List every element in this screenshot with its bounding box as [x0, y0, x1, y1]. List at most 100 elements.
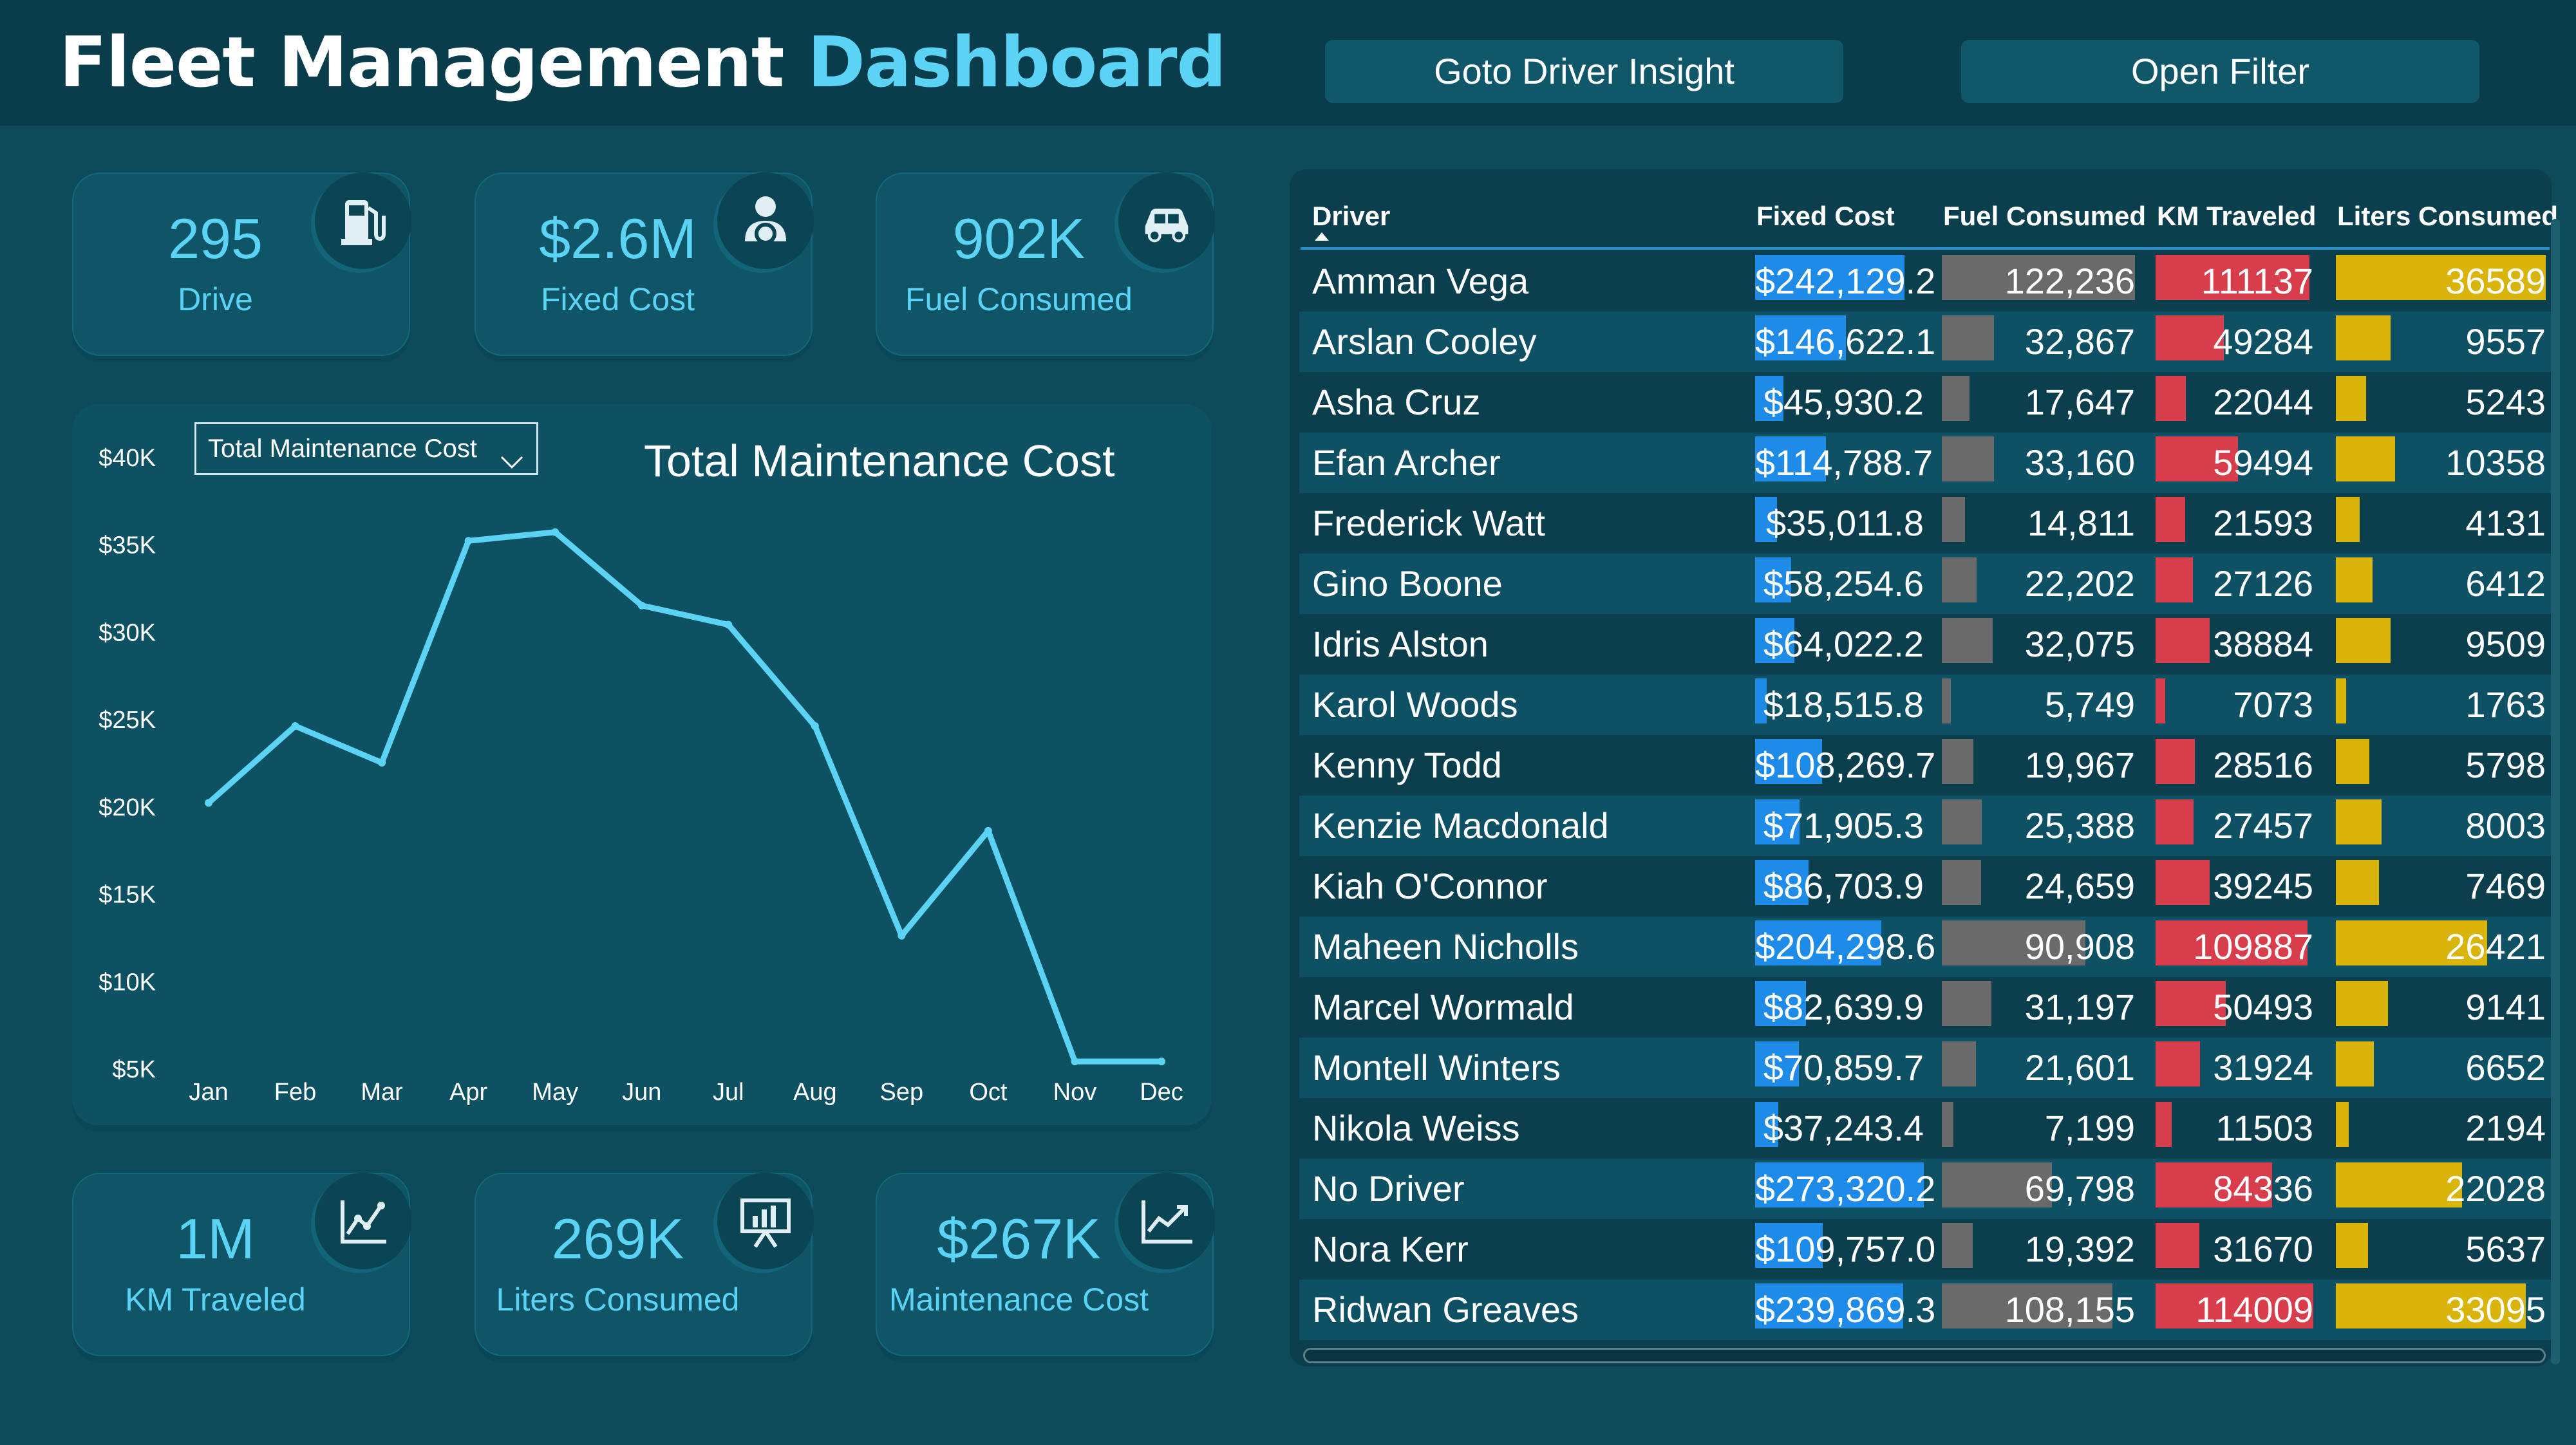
table-row[interactable]: Ridwan Greaves $239,869.3 108,155 114009 330…	[1299, 1280, 2551, 1340]
data-point[interactable]	[378, 759, 386, 767]
y-tick-label: $40K	[99, 445, 156, 472]
table-row[interactable]: Marcel Wormald $82,639.9 31,197 50493 9141	[1299, 977, 2551, 1038]
kpi-card-fixed-cost: $2.6M Fixed Cost	[475, 172, 814, 356]
table-row[interactable]: Idris Alston $64,022.2 32,075 38884 9509	[1299, 614, 2551, 675]
liters-cell: 5637	[2465, 1229, 2546, 1269]
goto-driver-insight-button[interactable]: Goto Driver Insight	[1325, 40, 1843, 103]
open-filter-button[interactable]: Open Filter	[1961, 40, 2479, 103]
header-driver[interactable]: Driver	[1312, 201, 1390, 232]
table-row[interactable]: Karol Woods $18,515.8 5,749 7073 1763	[1299, 675, 2551, 735]
fixed-cost-cell: $64,022.2	[1763, 624, 1924, 664]
km-cell: 38884	[2213, 624, 2313, 664]
table-row[interactable]: Amman Vega $242,129.2 122,236 111137 36589	[1299, 251, 2551, 312]
y-tick-label: $10K	[99, 969, 156, 996]
fixed-cost-cell: $109,757.0	[1755, 1229, 1936, 1269]
vertical-scrollbar[interactable]	[2551, 219, 2560, 1365]
data-point[interactable]	[291, 722, 299, 730]
sort-ascending-icon[interactable]	[1313, 230, 1330, 245]
driver-name-cell: Arslan Cooley	[1312, 321, 1537, 362]
kpi-card-liters-consumed: 269K Liters Consumed	[475, 1173, 814, 1356]
data-point[interactable]	[724, 620, 733, 629]
header-fuel-consumed[interactable]: Fuel Consumed	[1943, 201, 2146, 232]
x-tick-label: May	[532, 1079, 578, 1106]
x-tick-label: Nov	[1053, 1079, 1097, 1106]
presentation-chart-icon	[717, 1173, 814, 1269]
driver-name-cell: Nikola Weiss	[1312, 1108, 1520, 1148]
fuel-cell: 122,236	[2004, 261, 2135, 301]
fuel-cell: 7,199	[2044, 1108, 2135, 1148]
kpi-drive-label: Drive	[178, 281, 253, 317]
fuel-cell: 22,202	[2024, 563, 2135, 604]
km-cell: 84336	[2213, 1168, 2313, 1209]
table-row[interactable]: Kiah O'Connor $86,703.9 24,659 39245 7469	[1299, 856, 2551, 917]
km-cell: 28516	[2213, 745, 2313, 785]
fixed-cost-cell: $45,930.2	[1763, 382, 1924, 422]
table-row[interactable]: Maheen Nicholls $204,298.6 90,908 109887 264…	[1299, 917, 2551, 977]
liters-cell: 9509	[2465, 624, 2546, 664]
data-point[interactable]	[898, 931, 906, 940]
driver-name-cell: Amman Vega	[1312, 261, 1529, 301]
data-point[interactable]	[811, 722, 819, 730]
data-point[interactable]	[984, 826, 992, 835]
fuel-cell: 17,647	[2024, 382, 2135, 422]
fixed-cost-cell: $108,269.7	[1755, 745, 1936, 785]
y-tick-label: $30K	[99, 619, 156, 646]
fixed-cost-cell: $18,515.8	[1763, 684, 1924, 725]
table-row[interactable]: Kenny Todd $108,269.7 19,967 28516 5798	[1299, 735, 2551, 796]
table-row[interactable]: Nikola Weiss $37,243.4 7,199 11503 2194	[1299, 1098, 2551, 1159]
liters-cell: 6652	[2465, 1047, 2546, 1088]
fixed-cost-cell: $70,859.7	[1763, 1047, 1924, 1088]
trend-up-icon	[1118, 1173, 1215, 1269]
fuel-cell: 25,388	[2024, 805, 2135, 846]
data-point[interactable]	[1158, 1058, 1165, 1066]
car-icon	[1118, 172, 1215, 269]
fixed-cost-cell: $242,129.2	[1755, 261, 1936, 301]
y-tick-label: $25K	[99, 707, 156, 734]
kpi-maintenance-cost-label: Maintenance Cost	[888, 1282, 1149, 1318]
liters-cell: 7469	[2465, 866, 2546, 906]
x-tick-label: Oct	[969, 1079, 1008, 1106]
km-cell: 7073	[2233, 684, 2313, 725]
table-row[interactable]: Nora Kerr $109,757.0 19,392 31670 5637	[1299, 1219, 2551, 1280]
driver-name-cell: Gino Boone	[1312, 563, 1503, 604]
kpi-card-drive: 295 Drive	[72, 172, 411, 356]
km-cell: 49284	[2213, 321, 2313, 362]
table-row[interactable]: Gino Boone $58,254.6 22,202 27126 6412	[1299, 554, 2551, 614]
header-fixed-cost[interactable]: Fixed Cost	[1756, 201, 1895, 232]
x-tick-label: Sep	[880, 1079, 924, 1106]
data-point[interactable]	[464, 537, 473, 545]
fuel-pump-icon	[315, 172, 411, 269]
km-cell: 50493	[2213, 987, 2313, 1027]
fuel-cell: 19,392	[2024, 1229, 2135, 1269]
driver-name-cell: Asha Cruz	[1312, 382, 1481, 422]
table-row[interactable]: Montell Winters $70,859.7 21,601 31924 6652	[1299, 1038, 2551, 1098]
driver-name-cell: Nora Kerr	[1312, 1229, 1469, 1269]
driver-name-cell: Montell Winters	[1312, 1047, 1561, 1088]
data-point[interactable]	[1071, 1058, 1079, 1066]
km-cell: 109887	[2193, 926, 2313, 967]
y-tick-label: $35K	[99, 532, 156, 559]
driver-name-cell: Idris Alston	[1312, 624, 1489, 664]
kpi-card-fuel-consumed: 902K Fuel Consumed	[876, 172, 1215, 356]
table-row[interactable]: Frederick Watt $35,011.8 14,811 21593 4131	[1299, 493, 2551, 554]
fuel-cell: 24,659	[2024, 866, 2135, 906]
x-tick-label: Feb	[274, 1079, 316, 1106]
table-row[interactable]: Kenzie Macdonald $71,905.3 25,388 27457 8003	[1299, 796, 2551, 856]
fixed-cost-cell: $273,320.2	[1755, 1168, 1936, 1209]
table-row[interactable]: Asha Cruz $45,930.2 17,647 22044 5243	[1299, 372, 2551, 433]
maintenance-cost-line	[207, 529, 1161, 1065]
data-point[interactable]	[551, 528, 559, 536]
data-point[interactable]	[205, 799, 212, 807]
header-liters-consumed[interactable]: Liters Consumed	[2337, 201, 2558, 232]
data-point[interactable]	[637, 601, 646, 610]
page-title: Fleet Management Dashboard	[59, 18, 1227, 108]
table-row[interactable]: Arslan Cooley $146,622.1 32,867 49284 9557	[1299, 312, 2551, 372]
driver-icon	[717, 172, 814, 269]
km-cell: 59494	[2213, 442, 2313, 483]
table-row[interactable]: No Driver $273,320.2 69,798 84336 22028	[1299, 1159, 2551, 1219]
header-km-traveled[interactable]: KM Traveled	[2157, 201, 2316, 232]
table-row[interactable]: Efan Archer $114,788.7 33,160 59494 10358	[1299, 433, 2551, 493]
liters-cell: 9141	[2465, 987, 2546, 1027]
fuel-cell: 32,867	[2024, 321, 2135, 362]
horizontal-scrollbar[interactable]	[1303, 1348, 2546, 1363]
